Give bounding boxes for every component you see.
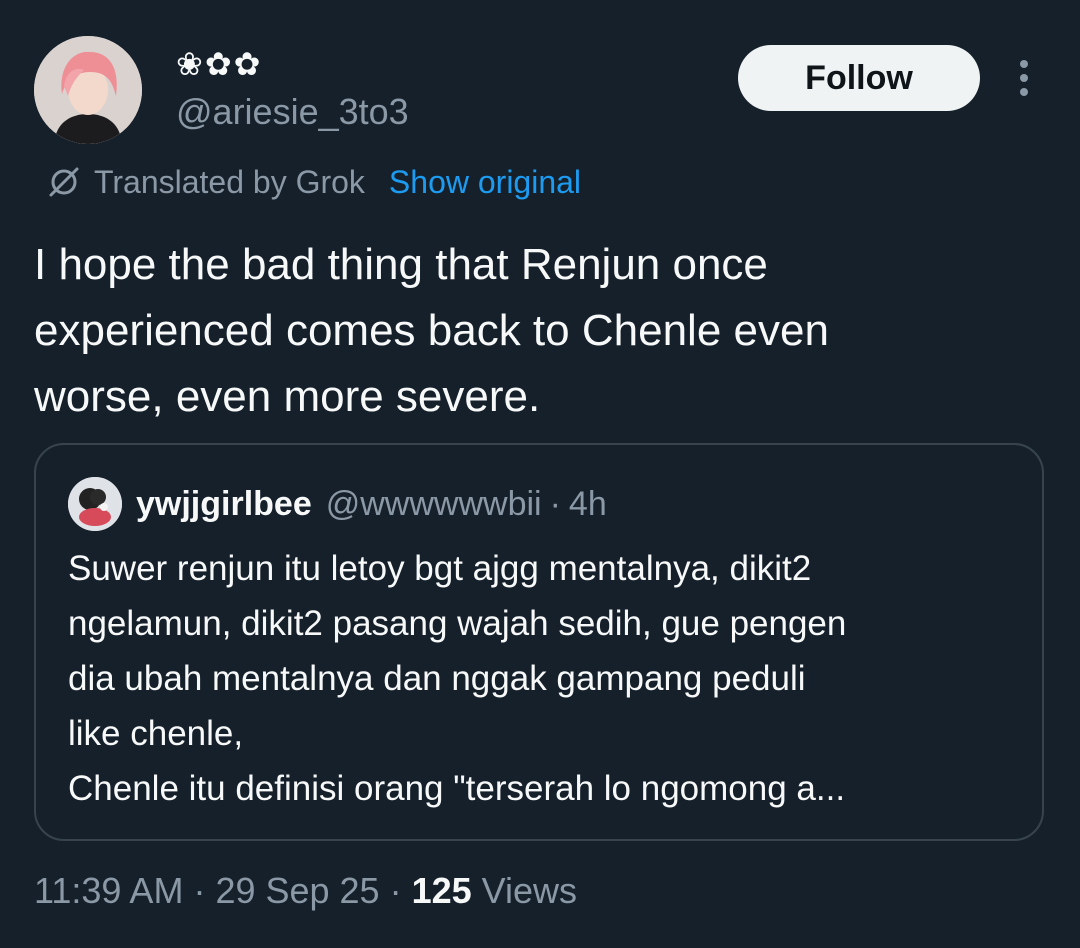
quoted-author-avatar[interactable] (68, 477, 122, 531)
translated-by-label: Translated by Grok (94, 163, 365, 200)
quoted-tweet-time[interactable]: 4h (569, 485, 607, 524)
dot-separator: · (389, 870, 402, 911)
follow-button[interactable]: Follow (738, 45, 980, 111)
tweet-text: I hope the bad thing that Renjun once ex… (34, 240, 829, 421)
quoted-tweet-card[interactable]: ywjjgirlbee @wwwwwwbii · 4h Suwer renjun… (34, 443, 1044, 841)
translation-row: Translated by Grok Show original (46, 160, 581, 204)
more-options-button[interactable] (1004, 56, 1044, 100)
author-handle[interactable]: @ariesie_3to3 (176, 90, 409, 134)
more-vertical-icon-dot (1020, 88, 1028, 96)
tweet-time[interactable]: 11:39 AM (34, 870, 183, 912)
quoted-tweet-text: Suwer renjun itu letoy bgt ajgg mentalny… (68, 549, 847, 808)
grok-icon (46, 164, 82, 200)
dot-separator: · (549, 484, 561, 523)
views-count: 125 (411, 870, 472, 911)
show-original-link[interactable]: Show original (389, 164, 581, 201)
dot-separator: · (193, 870, 206, 911)
quoted-tweet-header: ywjjgirlbee @wwwwwwbii · 4h (136, 479, 607, 529)
author-display-name[interactable]: ❀✿✿ (176, 44, 262, 84)
author-avatar[interactable] (34, 36, 142, 144)
tweet-date[interactable]: 29 Sep 25 (215, 870, 379, 912)
views-label: Views (481, 870, 578, 911)
quoted-author-name[interactable]: ywjjgirlbee (136, 485, 312, 524)
more-vertical-icon-dot (1020, 74, 1028, 82)
tweet-meta-row: 11:39 AM · 29 Sep 25 · 125 Views (34, 866, 577, 916)
more-vertical-icon-dot (1020, 60, 1028, 68)
quoted-author-handle: @wwwwwwbii (325, 484, 542, 523)
